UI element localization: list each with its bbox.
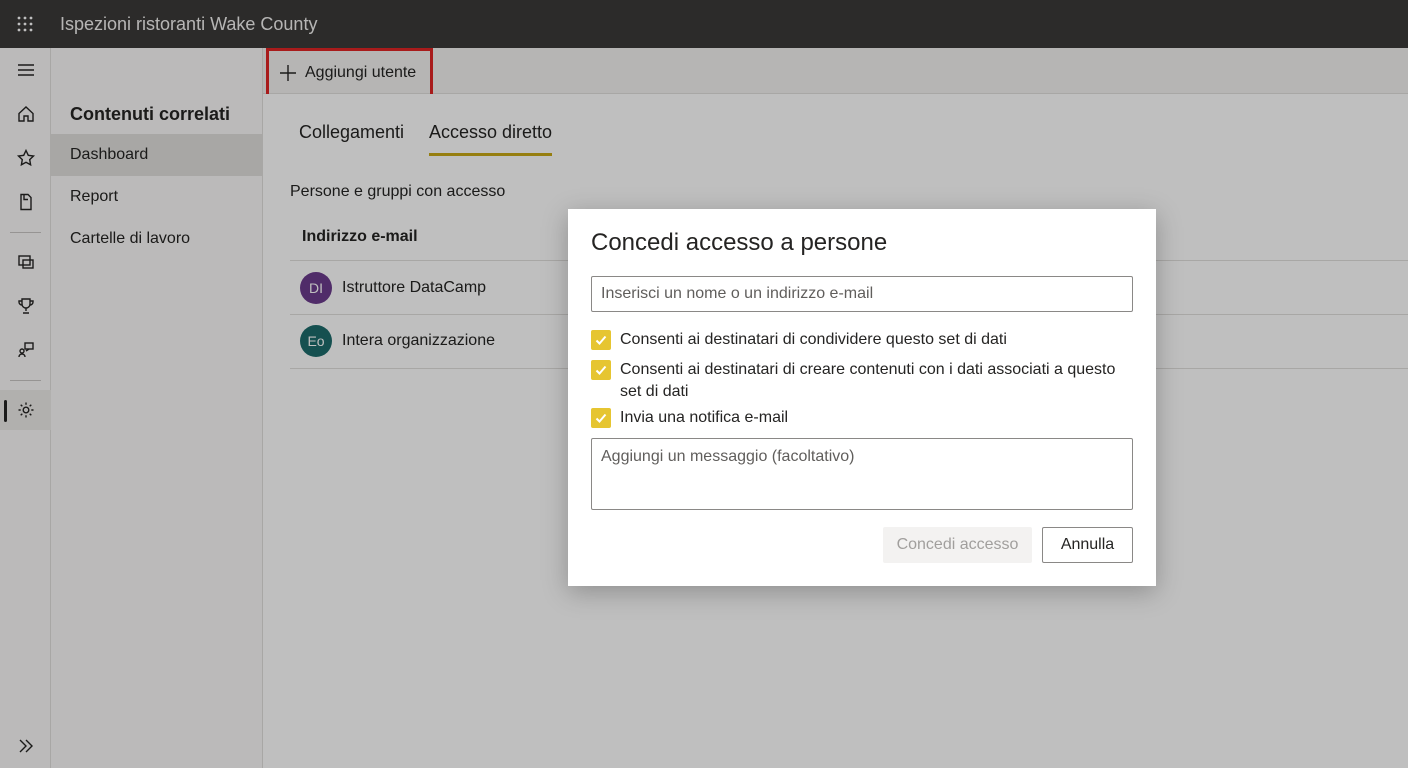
checkbox-checked[interactable] [591,360,611,380]
option-send-email[interactable]: Invia una notifica e-mail [591,407,1136,429]
grant-access-button[interactable]: Concedi accesso [883,527,1032,563]
dialog-title: Concedi accesso a persone [591,229,888,256]
option-label: Invia una notifica e-mail [620,409,789,426]
option-allow-build[interactable]: Consenti ai destinatari di creare conten… [591,359,1136,403]
checkmark-icon [595,335,607,345]
grant-access-dialog: Concedi accesso a persone Consenti ai de… [568,209,1156,586]
checkmark-icon [595,365,607,375]
checkmark-icon [595,413,607,423]
checkbox-checked[interactable] [591,408,611,428]
cancel-button[interactable]: Annulla [1042,527,1133,563]
option-allow-share[interactable]: Consenti ai destinatari di condividere q… [591,329,1136,351]
email-search-input[interactable] [591,276,1133,312]
message-textarea[interactable] [591,438,1133,510]
checkbox-checked[interactable] [591,330,611,350]
option-label: Consenti ai destinatari di condividere q… [620,331,1007,348]
option-label: Consenti ai destinatari di creare conten… [620,361,1116,400]
